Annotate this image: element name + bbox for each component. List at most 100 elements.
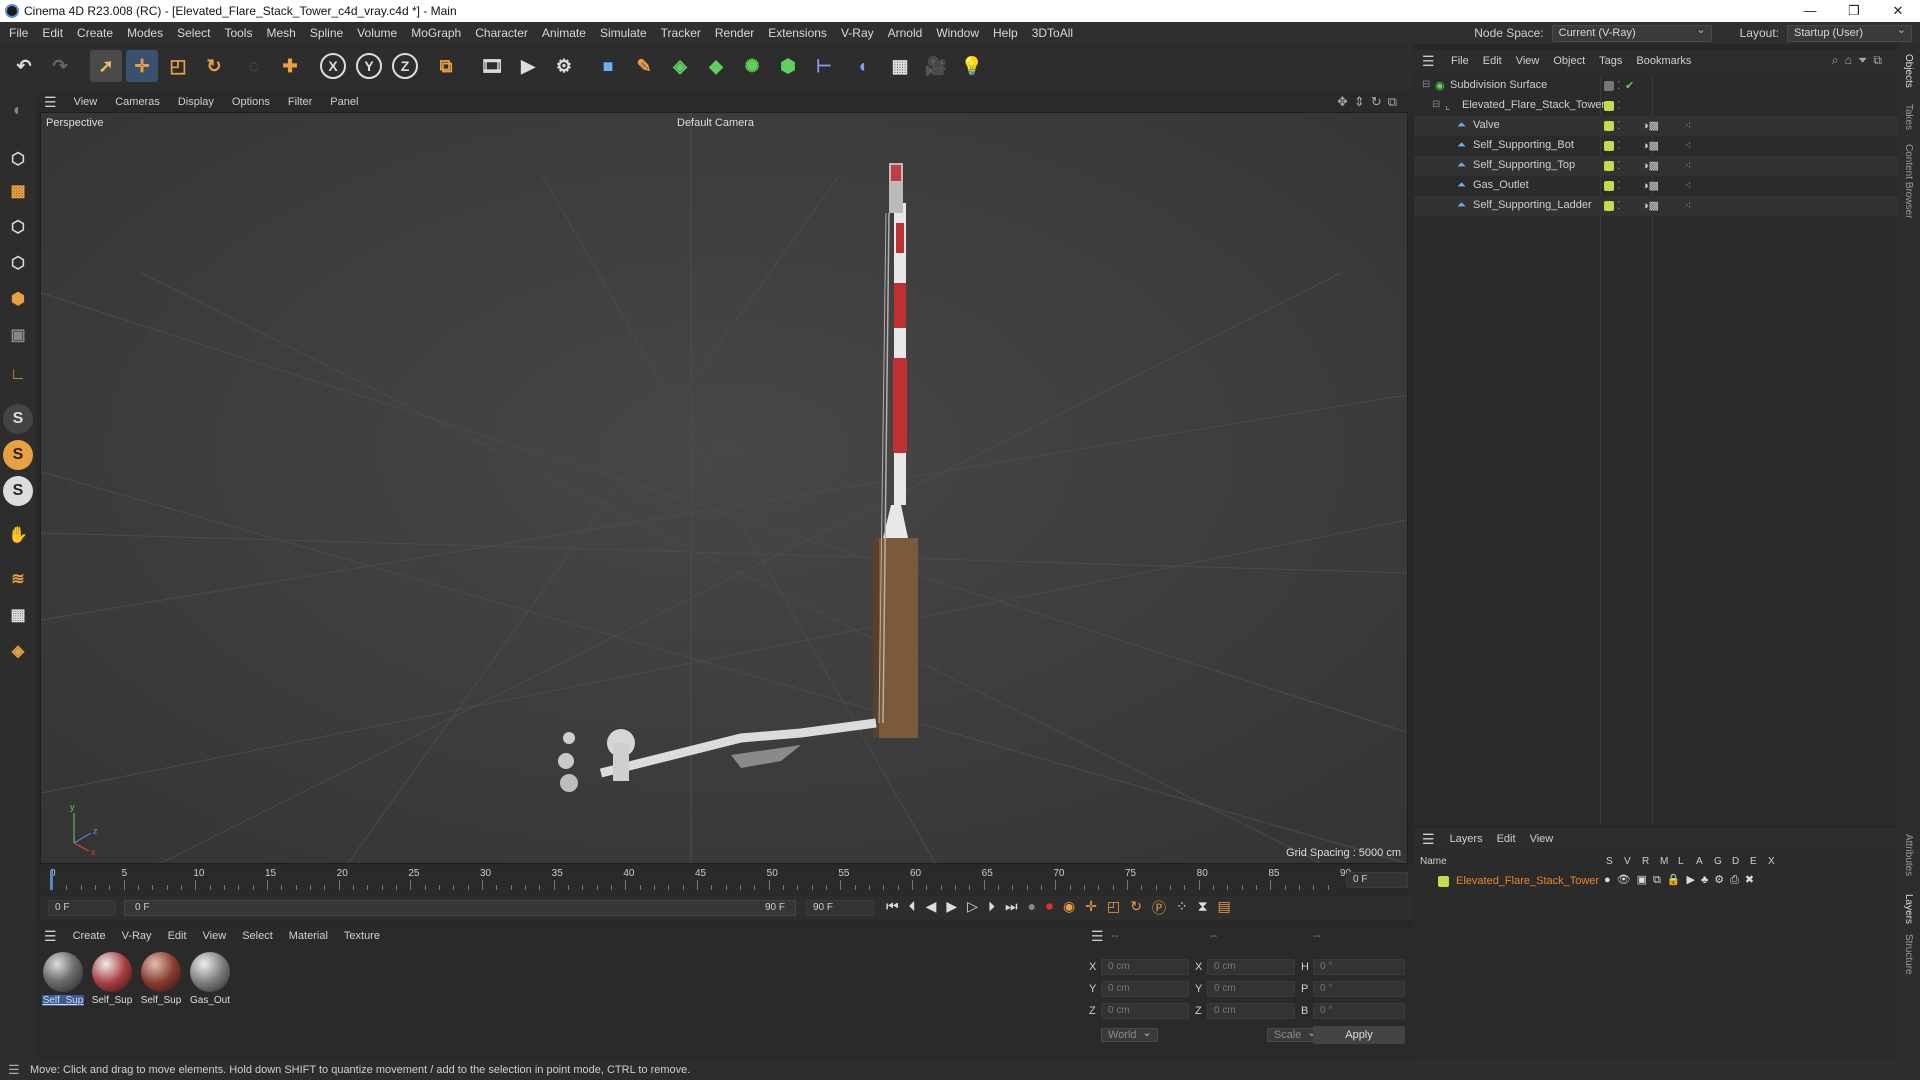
- key-param-icon[interactable]: Ⓟ: [1152, 898, 1166, 918]
- cube-icon[interactable]: ■: [592, 50, 624, 82]
- tab-objects[interactable]: Objects: [1903, 54, 1914, 88]
- key-rotation-icon[interactable]: ↻: [1130, 898, 1142, 918]
- coordinate-system-icon[interactable]: ⧉: [430, 50, 462, 82]
- material-swatch[interactable]: Self_Sup: [42, 952, 84, 1006]
- scale-tool-icon[interactable]: ◰: [162, 50, 194, 82]
- rotation-b-field[interactable]: 0 °: [1313, 1003, 1405, 1019]
- layer-menu-edit[interactable]: Edit: [1490, 833, 1523, 845]
- material-tag-icon[interactable]: ◑▩: [1642, 119, 1659, 132]
- visibility-dots-icon[interactable]: ⁚: [1617, 119, 1621, 132]
- snap-settings-icon[interactable]: S: [3, 440, 33, 470]
- vray-tag-icon[interactable]: ⁖: [1685, 179, 1691, 192]
- model-mode-icon[interactable]: ⬡: [3, 144, 33, 174]
- key-pla-icon[interactable]: ⁘: [1176, 898, 1188, 918]
- position-x-field[interactable]: 0 cm: [1101, 959, 1189, 975]
- menu-window[interactable]: Window: [929, 22, 986, 44]
- camera-label[interactable]: Default Camera: [677, 117, 754, 129]
- go-to-start-icon[interactable]: ⏮: [886, 898, 899, 918]
- menu-character[interactable]: Character: [468, 22, 535, 44]
- object-row-valve[interactable]: ⏶ Valve ⁚ ◑▩ ⁖: [1414, 116, 1898, 136]
- current-frame-field[interactable]: 0 F: [1346, 872, 1408, 888]
- layer-menu-view[interactable]: View: [1523, 833, 1561, 845]
- redo-icon[interactable]: ↷: [44, 50, 76, 82]
- visibility-dots-icon[interactable]: ⁚: [1617, 99, 1621, 112]
- object-name[interactable]: Self_Supporting_Top: [1473, 159, 1575, 171]
- object-row-subdivision[interactable]: ⊟ ◉ Subdivision Surface ⁚ ✔: [1414, 76, 1898, 96]
- pen-spline-icon[interactable]: ✎: [628, 50, 660, 82]
- bend-icon[interactable]: ◖: [846, 50, 878, 82]
- size-z-field[interactable]: 0 cm: [1207, 1003, 1295, 1019]
- maximize-button[interactable]: ❐: [1832, 0, 1876, 22]
- material-menu-create[interactable]: Create: [65, 930, 114, 942]
- menu-arnold[interactable]: Arnold: [881, 22, 930, 44]
- minimize-button[interactable]: —: [1788, 0, 1832, 22]
- mograph-cloner-icon[interactable]: ✺: [736, 50, 768, 82]
- menu-spline[interactable]: Spline: [303, 22, 350, 44]
- material-swatch[interactable]: Self_Sup: [91, 952, 133, 1006]
- object-menu-object[interactable]: Object: [1546, 55, 1592, 67]
- tab-content-browser[interactable]: Content Browser: [1903, 144, 1914, 218]
- material-tag-icon[interactable]: ◑▩: [1642, 199, 1659, 212]
- record-icon[interactable]: ⏺: [1046, 898, 1053, 918]
- object-row-tower[interactable]: ⊟ ⌞ Elevated_Flare_Stack_Tower ⁚: [1414, 96, 1898, 116]
- menu-render[interactable]: Render: [708, 22, 761, 44]
- tab-attributes[interactable]: Attributes: [1903, 834, 1914, 876]
- rotation-h-field[interactable]: 0 °: [1313, 959, 1405, 975]
- material-tag-icon[interactable]: ◑▩: [1642, 159, 1659, 172]
- enabled-check-icon[interactable]: ✔: [1625, 79, 1634, 92]
- layer-name[interactable]: Elevated_Flare_Stack_Tower: [1456, 875, 1599, 887]
- object-search-filter-icons[interactable]: ⌕⌂⏷⧉: [1832, 53, 1888, 68]
- rotation-p-field[interactable]: 0 °: [1313, 981, 1405, 997]
- grid-icon[interactable]: ▦: [3, 600, 33, 630]
- menu-modes[interactable]: Modes: [120, 22, 170, 44]
- previous-frame-icon[interactable]: ◀: [926, 898, 937, 918]
- menu-volume[interactable]: Volume: [350, 22, 404, 44]
- visibility-dots-icon[interactable]: ⁚: [1617, 139, 1621, 152]
- next-frame-icon[interactable]: ▷: [967, 898, 978, 918]
- menu-mesh[interactable]: Mesh: [259, 22, 302, 44]
- visibility-dots-icon[interactable]: ⁚: [1617, 199, 1621, 212]
- material-hamburger-icon[interactable]: ☰: [36, 928, 65, 945]
- axis-mode-icon[interactable]: ∟: [3, 360, 33, 390]
- select-cursor-icon[interactable]: ➚: [90, 50, 122, 82]
- material-menu-texture[interactable]: Texture: [336, 930, 388, 942]
- position-z-field[interactable]: 0 cm: [1101, 1003, 1189, 1019]
- transform-tool-icon[interactable]: ✚: [274, 50, 306, 82]
- expand-icon[interactable]: ⊟: [1432, 99, 1440, 110]
- uv-mode-icon[interactable]: ▣: [3, 320, 33, 350]
- apply-button[interactable]: Apply: [1313, 1026, 1405, 1044]
- undo-icon[interactable]: ↶: [8, 50, 40, 82]
- layer-color-swatch[interactable]: [1438, 876, 1449, 887]
- start-frame-field[interactable]: 0 F: [48, 900, 116, 916]
- expand-icon[interactable]: ⊟: [1422, 79, 1430, 90]
- viewport-navigation-icons[interactable]: ✥⇕↻⧉: [1337, 94, 1403, 110]
- material-tag-icon[interactable]: ◑▩: [1642, 179, 1659, 192]
- object-name[interactable]: Subdivision Surface: [1450, 79, 1547, 91]
- rotate-tool-icon[interactable]: ↻: [198, 50, 230, 82]
- polygons-mode-icon[interactable]: ⬢: [3, 284, 33, 314]
- 3d-viewport[interactable]: y z x Perspective Default Camera Grid Sp…: [40, 112, 1408, 864]
- menu-help[interactable]: Help: [986, 22, 1025, 44]
- close-button[interactable]: ✕: [1876, 0, 1920, 22]
- layer-menu-layers[interactable]: Layers: [1443, 833, 1490, 845]
- tab-layers[interactable]: Layers: [1903, 894, 1914, 924]
- menu-3dtoall[interactable]: 3DToAll: [1025, 22, 1080, 44]
- edges-mode-icon[interactable]: ⬡: [3, 248, 33, 278]
- viewport-menu-display[interactable]: Display: [169, 96, 223, 108]
- object-row-self-supporting-top[interactable]: ⏶ Self_Supporting_Top ⁚ ◑▩ ⁖: [1414, 156, 1898, 176]
- coord-hamburger-icon[interactable]: ☰: [1091, 928, 1104, 945]
- viewport-menu-filter[interactable]: Filter: [279, 96, 321, 108]
- menu-select[interactable]: Select: [170, 22, 217, 44]
- menu-mograph[interactable]: MoGraph: [404, 22, 468, 44]
- vray-tag-icon[interactable]: ⁖: [1685, 199, 1691, 212]
- menu-extensions[interactable]: Extensions: [761, 22, 834, 44]
- layer-toggle-icons[interactable]: ●👁▣⧉🔒▶♣⚙⎙✖: [1604, 873, 1760, 887]
- subdivision-icon[interactable]: ◈: [664, 50, 696, 82]
- previous-key-icon[interactable]: ⏴: [909, 898, 916, 918]
- quantize-icon[interactable]: S: [3, 476, 33, 506]
- snap-icon[interactable]: S: [3, 404, 33, 434]
- object-name[interactable]: Gas_Outlet: [1473, 179, 1529, 191]
- layer-hamburger-icon[interactable]: ☰: [1414, 831, 1443, 848]
- visibility-dots-icon[interactable]: ⁚: [1617, 159, 1621, 172]
- material-menu-material[interactable]: Material: [281, 930, 336, 942]
